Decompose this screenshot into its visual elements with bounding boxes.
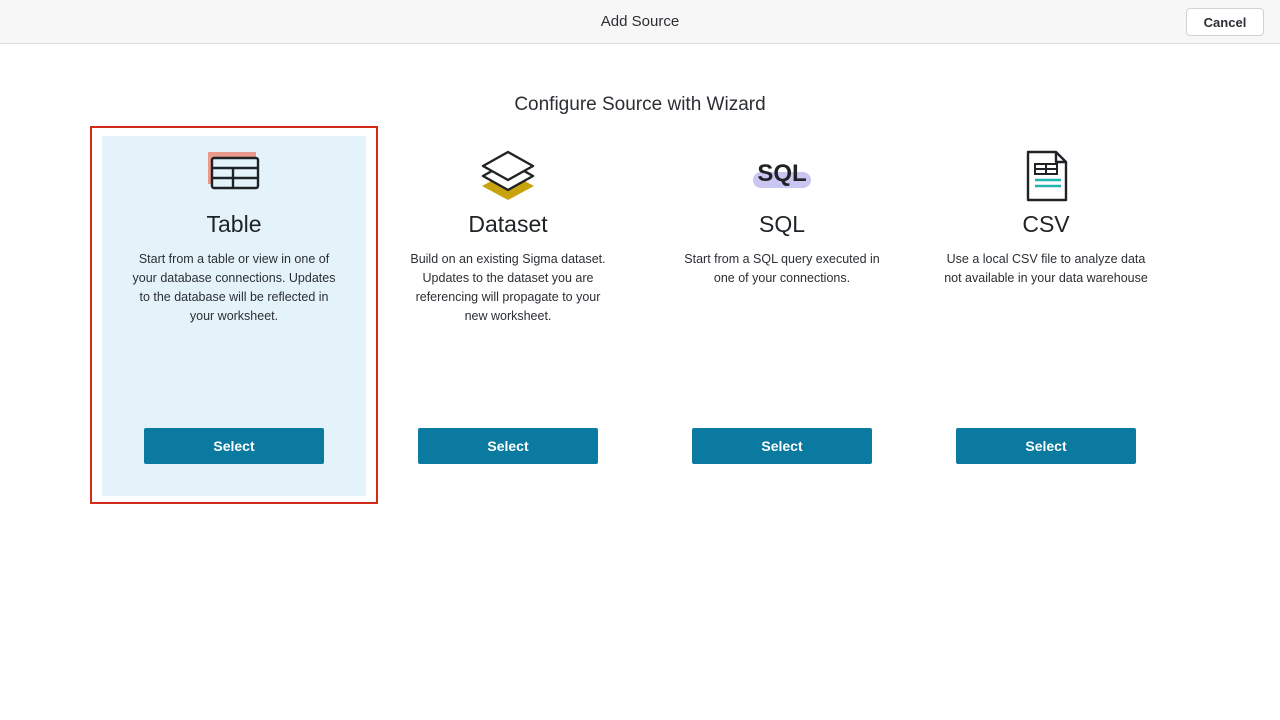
source-card-table[interactable]: Table Start from a table or view in one … (102, 136, 366, 496)
header-bar: Add Source Cancel (0, 0, 1280, 44)
cancel-button[interactable]: Cancel (1186, 8, 1264, 36)
card-title: CSV (1022, 211, 1070, 237)
source-card-sql[interactable]: SQL SQL Start from a SQL query executed … (650, 136, 914, 496)
card-title: Table (206, 211, 262, 237)
layers-icon (478, 150, 538, 202)
select-dataset-button[interactable]: Select (418, 428, 598, 464)
source-card-dataset[interactable]: Dataset Build on an existing Sigma datas… (376, 136, 640, 496)
csv-file-icon (1016, 150, 1076, 202)
select-csv-button[interactable]: Select (956, 428, 1136, 464)
card-description: Start from a SQL query executed in one o… (684, 252, 880, 285)
select-sql-button[interactable]: Select (692, 428, 872, 464)
dialog-title: Add Source (600, 13, 680, 30)
page-heading: Configure Source with Wizard (514, 94, 766, 115)
card-description: Use a local CSV file to analyze data not… (944, 252, 1148, 285)
card-description: Start from a table or view in one of you… (132, 252, 336, 323)
source-card-csv[interactable]: CSV Use a local CSV file to analyze data… (914, 136, 1178, 496)
card-title: SQL (758, 211, 806, 237)
card-title: Dataset (468, 211, 548, 237)
sql-icon: SQL (752, 150, 812, 202)
sql-icon-text: SQL (757, 160, 806, 187)
select-table-button[interactable]: Select (144, 428, 324, 464)
card-description: Build on an existing Sigma dataset. Upda… (410, 252, 606, 323)
table-icon (204, 150, 264, 202)
